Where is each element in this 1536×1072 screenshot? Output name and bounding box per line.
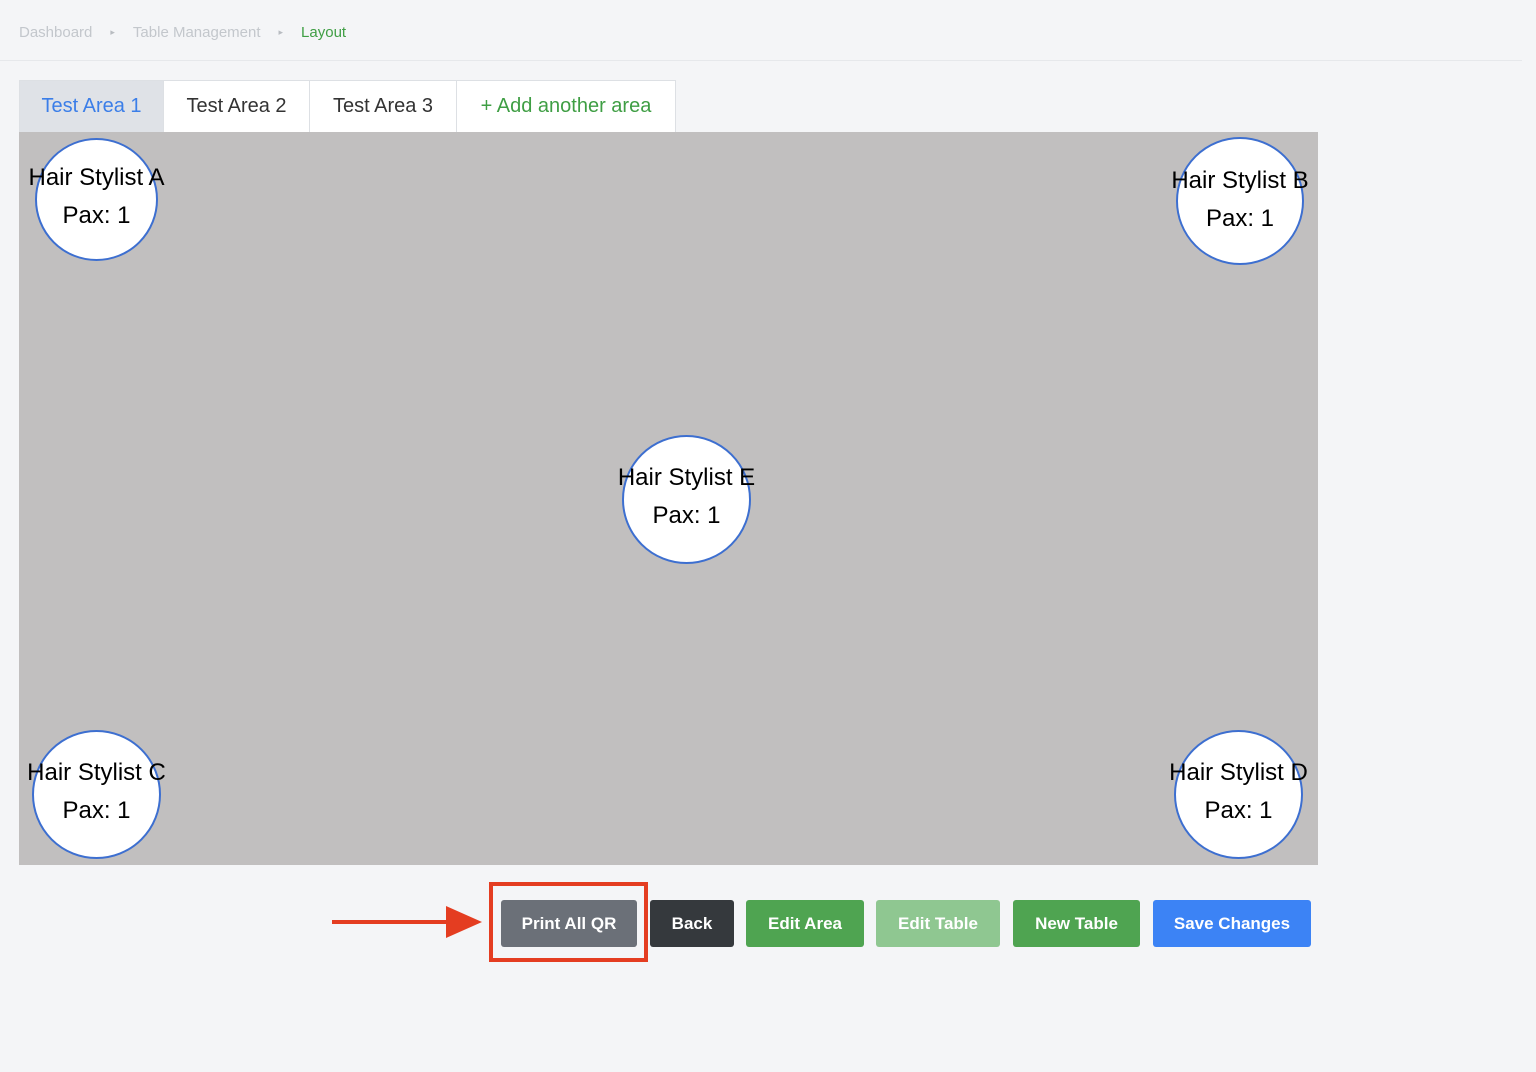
edit-table-button[interactable]: Edit Table bbox=[876, 900, 1000, 947]
arrow-right-icon bbox=[332, 906, 482, 938]
breadcrumb-dashboard[interactable]: Dashboard bbox=[19, 24, 92, 41]
breadcrumb-table-management[interactable]: Table Management bbox=[133, 24, 261, 41]
table-name: Hair Stylist C bbox=[27, 759, 166, 786]
table-pax: Pax: 1 bbox=[1205, 205, 1275, 232]
tab-test-area-1[interactable]: Test Area 1 bbox=[19, 80, 164, 132]
table-pax: Pax: 1 bbox=[62, 797, 131, 824]
tab-test-area-3[interactable]: Test Area 3 bbox=[310, 80, 457, 132]
breadcrumb: Dashboard ▸ Table Management ▸ Layout bbox=[19, 20, 346, 44]
table-pax: Pax: 1 bbox=[652, 502, 721, 529]
edit-area-button[interactable]: Edit Area bbox=[746, 900, 864, 947]
table-hair-stylist-d[interactable]: Hair Stylist D Pax: 1 bbox=[1169, 730, 1308, 859]
save-changes-button[interactable]: Save Changes bbox=[1153, 900, 1311, 947]
breadcrumb-separator-icon: ▸ bbox=[278, 26, 284, 37]
layout-canvas[interactable]: Hair Stylist A Pax: 1 Hair Stylist B Pax… bbox=[19, 132, 1318, 865]
table-hair-stylist-c[interactable]: Hair Stylist C Pax: 1 bbox=[27, 730, 166, 859]
table-name: Hair Stylist D bbox=[1169, 759, 1308, 786]
tab-add-another-area[interactable]: + Add another area bbox=[457, 80, 676, 132]
table-pax: Pax: 1 bbox=[1204, 797, 1273, 824]
table-name: Hair Stylist B bbox=[1171, 167, 1309, 194]
table-hair-stylist-e[interactable]: Hair Stylist E Pax: 1 bbox=[618, 435, 755, 564]
header-divider bbox=[0, 60, 1522, 61]
breadcrumb-separator-icon: ▸ bbox=[110, 26, 115, 37]
table-pax: Pax: 1 bbox=[62, 202, 131, 229]
table-name: Hair Stylist A bbox=[28, 164, 165, 191]
table-hair-stylist-b[interactable]: Hair Stylist B Pax: 1 bbox=[1171, 137, 1309, 265]
new-table-button[interactable]: New Table bbox=[1013, 900, 1140, 947]
table-name: Hair Stylist E bbox=[617, 464, 756, 491]
breadcrumb-layout: Layout bbox=[301, 23, 347, 41]
tab-test-area-2[interactable]: Test Area 2 bbox=[164, 80, 310, 132]
action-bar: Print All QR Back Edit Area Edit Table N… bbox=[0, 900, 1536, 947]
highlight-box bbox=[489, 882, 648, 962]
area-tabs: Test Area 1 Test Area 2 Test Area 3 + Ad… bbox=[19, 80, 676, 132]
back-button[interactable]: Back bbox=[650, 900, 734, 947]
table-hair-stylist-a[interactable]: Hair Stylist A Pax: 1 bbox=[28, 138, 165, 261]
